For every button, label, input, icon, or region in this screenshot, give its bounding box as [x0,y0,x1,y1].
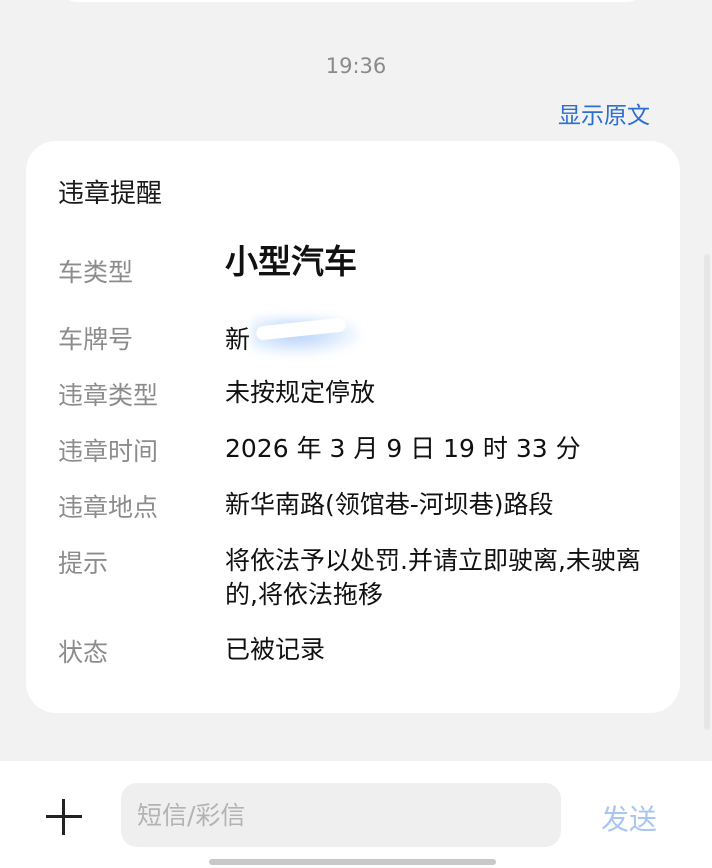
send-button[interactable]: 发送 [601,798,657,838]
previous-message-bubble [56,0,648,2]
composer-bar: 发送 [0,761,712,868]
show-original-link[interactable]: 显示原文 [558,96,650,130]
violation-type-value: 未按规定停放 [225,378,376,407]
home-indicator[interactable] [209,859,496,865]
violation-notice-card: 违章提醒 车类型 小型汽车 车牌号 新 违章类型 未按规定停放 违章时间 202… [26,141,680,713]
message-timestamp: 19:36 [325,54,387,78]
notice-value: 将依法予以处罚.并请立即驶离,未驶离的,将依法拖移 [225,546,641,609]
violation-time-value: 2026 年 3 月 9 日 19 时 33 分 [225,434,581,463]
plate-number-prefix: 新 [225,325,251,354]
card-title: 违章提醒 [58,179,163,209]
vehicle-type-label: 车类型 [58,258,134,287]
violation-location-value: 新华南路(领馆巷-河坝巷)路段 [225,490,554,519]
plus-icon[interactable] [40,793,90,843]
status-label: 状态 [58,638,109,667]
violation-time-label: 违章时间 [58,437,159,466]
plate-number-redacted: 新 [222,316,402,360]
violation-type-label: 违章类型 [58,381,159,410]
notice-label: 提示 [58,549,109,578]
status-value: 已被记录 [225,635,326,664]
plate-number-label: 车牌号 [58,325,134,354]
vehicle-type-value: 小型汽车 [225,242,357,281]
violation-location-label: 违章地点 [58,493,159,522]
message-input[interactable] [121,783,561,847]
scrollbar[interactable] [704,254,710,730]
